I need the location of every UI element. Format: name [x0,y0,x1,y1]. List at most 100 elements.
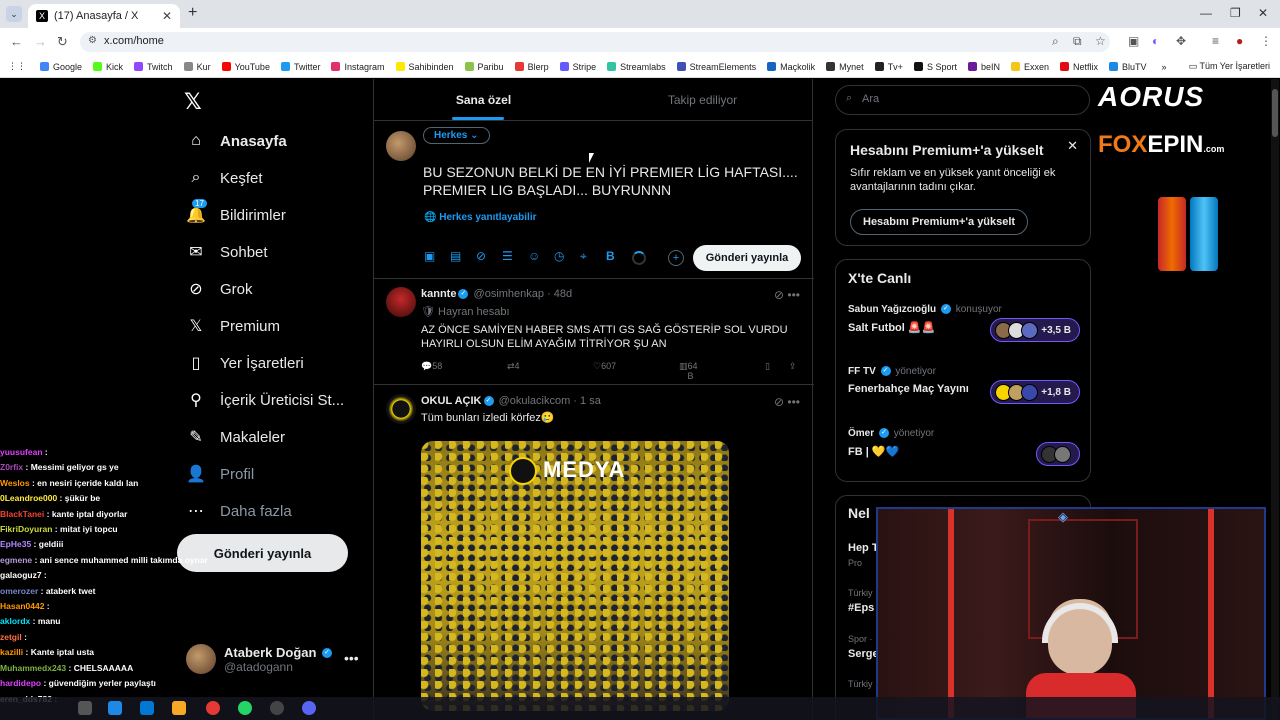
new-tab-button[interactable]: + [188,4,197,22]
close-window-button[interactable]: ✕ [1258,6,1268,20]
search-input[interactable]: ⌕ Ara [835,85,1090,115]
tweet[interactable]: OKUL AÇIK ✓ @okulacikcom · 1 sa ⊘ ••• Tüm… [374,386,814,720]
grok-icon[interactable]: ⊘ [476,249,502,264]
bookmark[interactable]: Maçkolik [767,62,815,72]
bookmark[interactable]: Kick [93,62,123,72]
bookmark[interactable]: beIN [967,62,1000,72]
extension-icon[interactable]: ▣ [1128,34,1139,48]
bookmark[interactable]: StreamElements [676,62,756,72]
bookmark[interactable]: Mynet [826,62,864,72]
nav-item-premium[interactable]: 𝕏 Premium [186,316,280,336]
news-item-title[interactable]: Serge [848,648,879,660]
share-icon[interactable]: ⇪ [789,361,797,372]
task-view-icon[interactable] [78,701,92,715]
more-options-icon[interactable]: ••• [344,650,359,666]
grok-icon[interactable]: ⊘ ••• [774,288,800,302]
emoji-icon[interactable]: ☺ [528,249,554,264]
bookmark[interactable]: Twitch [134,62,173,72]
bookmark[interactable]: BluTV [1109,62,1147,72]
chrome-icon[interactable] [206,701,220,715]
location-icon[interactable]: ⌖ [580,249,606,264]
bookmark[interactable]: Stripe [559,62,596,72]
tab-for-you[interactable]: Sana özel [374,79,593,120]
nav-item-grok[interactable]: ⊘ Grok [186,279,252,299]
bookmark[interactable]: Kur [183,62,211,72]
media-icon[interactable]: ≡ [1212,34,1219,48]
nav-item-bookmarks[interactable]: ▯ Yer İşaretleri [186,353,304,373]
whatsapp-icon[interactable] [238,701,252,715]
bookmark[interactable]: YouTube [221,62,270,72]
tweet[interactable]: kannte ✓ @osimhenkap · 48d ⊘ ••• 🛡 Hayran… [374,279,814,385]
url-field[interactable]: ⚙ x.com/home [80,32,1110,52]
reply-settings[interactable]: 🌐 Herkes yanıtlayabilir [424,212,537,223]
tweet-author[interactable]: OKUL AÇIK [421,395,482,407]
more-bookmarks-icon[interactable]: » [1162,62,1167,72]
all-bookmarks-folder[interactable]: ▭ Tüm Yer İşaretleri [1189,61,1270,72]
news-item-title[interactable]: #Eps [848,602,874,614]
bookmark[interactable]: Paribu [464,62,504,72]
tweet-author[interactable]: kannte [421,288,456,300]
audience-selector[interactable]: Herkes ⌄ [423,127,490,144]
extension-2-icon[interactable]: ◐ [1152,34,1159,48]
post-button[interactable]: Gönderi yayınla [693,245,801,271]
install-icon[interactable]: ⧉ [1073,34,1082,49]
grok-icon[interactable]: ⊘ ••• [774,395,800,409]
site-info-icon[interactable]: ⚙ [88,35,97,46]
bookmark[interactable]: Twitter [280,62,320,72]
like-button[interactable]: ♡ 607 [593,361,616,372]
live-space[interactable]: FF TV ✓ yönetiyor Fenerbahçe Maç Yayını … [848,366,1080,404]
minimize-button[interactable]: — [1200,6,1212,20]
live-space[interactable]: Sabun Yağızcıoğlu ✓ konuşuyor Salt Futbo… [848,304,1080,342]
obs-icon[interactable] [270,701,284,715]
close-icon[interactable]: ✕ [1067,138,1078,154]
schedule-icon[interactable]: ◷ [554,249,580,264]
nav-item-explore[interactable]: ⌕ Keşfet [186,168,263,188]
tab-following[interactable]: Takip ediliyor [593,79,812,120]
apps-icon[interactable]: ⋮⋮ [8,61,26,72]
forward-icon[interactable]: → [34,34,47,49]
close-tab-icon[interactable]: ✕ [162,9,172,23]
gif-icon[interactable]: ▤ [450,249,476,264]
tab-search-button[interactable]: ⌄ [6,6,22,22]
page-scrollbar[interactable] [1271,79,1279,720]
extensions-puzzle-icon[interactable]: ✥ [1176,34,1186,48]
browser-tab[interactable]: X (17) Anasayfa / X ✕ [28,4,180,28]
avatar[interactable] [386,394,416,424]
profile-avatar-icon[interactable]: ● [1236,34,1243,48]
bookmark[interactable]: S Sport [913,62,957,72]
reload-icon[interactable]: ↻ [57,34,68,50]
bookmark[interactable]: Sahibinden [395,62,454,72]
reply-button[interactable]: 💬 58 [421,361,442,372]
avatar[interactable] [386,287,416,317]
bookmark-icon[interactable]: ▯ [765,361,770,372]
bookmark[interactable]: Streamlabs [607,62,666,72]
bookmark[interactable]: Blerp [514,62,549,72]
nav-item-messages[interactable]: ✉ Sohbet [186,242,267,262]
copilot-icon[interactable] [108,701,122,715]
bookmark[interactable]: Exxen [1010,62,1049,72]
bookmark[interactable]: Google [40,62,82,72]
poll-icon[interactable]: ☰ [502,249,528,264]
back-icon[interactable]: ← [10,34,23,49]
star-icon[interactable]: ☆ [1095,34,1106,48]
tweet-video[interactable]: MEDYA [421,441,729,711]
live-space[interactable]: Ömer ✓ yönetiyor FB | 💛💙 [848,428,1080,466]
restore-button[interactable]: ❐ [1230,6,1241,20]
bold-icon[interactable]: B [606,249,632,264]
views-button[interactable]: ▥ 64 B [679,361,698,381]
nav-item-notifications[interactable]: 🔔 17 Bildirimler [186,199,286,225]
zoom-icon[interactable]: ⌕ [1052,34,1059,49]
premium-upgrade-button[interactable]: Hesabını Premium+'a yükselt [850,209,1029,235]
nav-item-creator-studio[interactable]: ⚲ İçerik Üreticisi St... [186,390,344,410]
nav-item-articles[interactable]: ✎ Makaleler [186,427,285,447]
retweet-button[interactable]: ⇄ 4 [507,361,520,372]
news-item-title[interactable]: Hep T [848,542,879,554]
bookmark[interactable]: Netflix [1060,62,1098,72]
compose-input[interactable]: BU SEZONUN BELKİ DE EN İYİ PREMIER LİG H… [423,163,803,199]
bookmark[interactable]: Tv+ [874,62,903,72]
edge-icon[interactable] [140,701,154,715]
bookmark[interactable]: Instagram [331,62,385,72]
x-logo-icon[interactable]: 𝕏 [184,89,202,115]
discord-icon[interactable] [302,701,316,715]
nav-item-home[interactable]: ⌂ Anasayfa [186,131,287,151]
